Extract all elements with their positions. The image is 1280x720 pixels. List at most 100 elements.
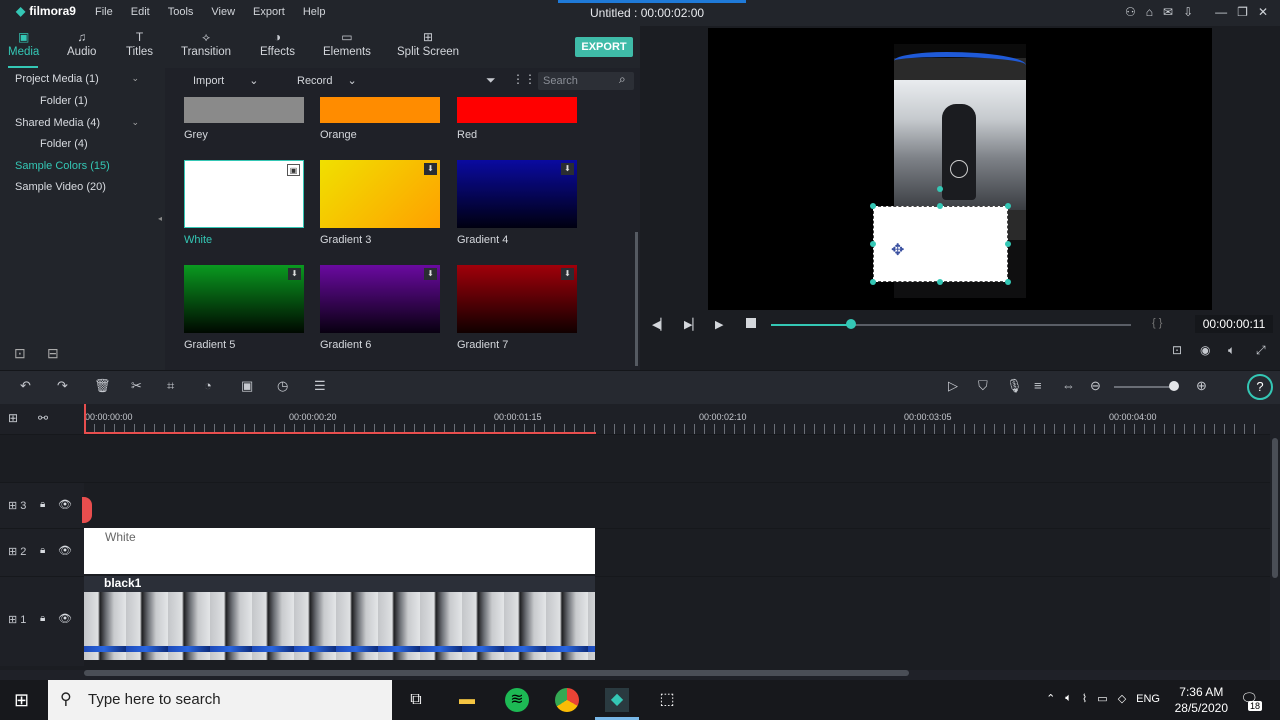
move-handle-icon[interactable]: ✥ bbox=[891, 240, 904, 260]
speed-icon[interactable]: ◔ bbox=[204, 378, 212, 393]
resize-handle[interactable] bbox=[1005, 203, 1011, 209]
play-icon[interactable]: ▶▏ bbox=[684, 318, 701, 331]
download-icon[interactable]: ⬇ bbox=[424, 163, 437, 175]
zoom-out-icon[interactable]: ⊖ bbox=[1090, 378, 1101, 394]
media-item-red[interactable]: Red bbox=[457, 97, 577, 141]
search-icon[interactable]: ⌕ bbox=[619, 72, 626, 87]
resize-handle[interactable] bbox=[870, 241, 876, 247]
spotify-icon[interactable]: ≋ bbox=[505, 688, 529, 712]
crop-icon[interactable]: ⌗ bbox=[167, 378, 174, 394]
media-item-gradient-7[interactable]: ⬇ Gradient 7 bbox=[457, 265, 577, 351]
marker-icon[interactable]: ⛉ bbox=[978, 378, 988, 394]
download-icon[interactable]: ⬇ bbox=[424, 268, 437, 280]
file-explorer-icon[interactable]: ▬ bbox=[455, 688, 479, 712]
audio-mixer-icon[interactable]: ☰ bbox=[314, 378, 326, 394]
record-dropdown[interactable]: Record ⌄ bbox=[297, 74, 357, 87]
resize-handle[interactable] bbox=[870, 279, 876, 285]
media-item-white[interactable]: ▣ White bbox=[184, 160, 304, 246]
playhead[interactable] bbox=[84, 404, 86, 434]
menu-export[interactable]: Export bbox=[253, 6, 285, 18]
tab-audio[interactable]: ♫ Audio bbox=[67, 30, 96, 58]
redo-icon[interactable]: ↷ bbox=[57, 378, 68, 394]
dropbox-icon[interactable]: ◇ bbox=[1118, 692, 1126, 705]
network-icon[interactable]: ⌇ bbox=[1082, 692, 1087, 705]
menu-tools[interactable]: Tools bbox=[168, 6, 194, 18]
playhead-handle[interactable] bbox=[82, 497, 92, 523]
timeline-clip-white[interactable]: White bbox=[84, 528, 595, 574]
new-folder-icon[interactable]: ⊡ bbox=[14, 345, 26, 362]
previous-frame-icon[interactable]: ◀▏ bbox=[652, 318, 669, 331]
fullscreen-icon[interactable]: ⤢ bbox=[1256, 343, 1266, 358]
render-icon[interactable]: ▷ bbox=[948, 378, 958, 394]
stop-icon[interactable] bbox=[746, 318, 756, 328]
account-icon[interactable]: ⚇ bbox=[1125, 5, 1136, 19]
fit-timeline-icon[interactable]: ⇔ bbox=[1062, 378, 1075, 393]
sidebar-item-sample-colors[interactable]: Sample Colors (15) bbox=[15, 160, 110, 172]
snapshot-icon[interactable]: ◉ bbox=[1200, 343, 1210, 357]
volume-icon[interactable]: 🔈︎ bbox=[1228, 343, 1235, 358]
download-icon[interactable]: ⬇ bbox=[561, 163, 574, 175]
tab-transition[interactable]: ⟡ Transition bbox=[181, 30, 231, 58]
tab-media[interactable]: ▣ Media bbox=[8, 30, 39, 58]
sidebar-item-folder-4[interactable]: Folder (4) bbox=[40, 138, 88, 150]
media-item-gradient-5[interactable]: ⬇ Gradient 5 bbox=[184, 265, 304, 351]
chevron-down-icon[interactable]: ⌄ bbox=[131, 73, 139, 84]
tab-split-screen[interactable]: ⊞ Split Screen bbox=[397, 30, 459, 58]
windows-start-icon[interactable]: ⊞ bbox=[14, 690, 29, 711]
lock-icon[interactable]: 🔒︎ bbox=[40, 613, 45, 624]
audio-mixer-2-icon[interactable]: ≡ bbox=[1034, 378, 1042, 393]
scroll-thumb[interactable] bbox=[1272, 438, 1278, 578]
resize-handle[interactable] bbox=[1005, 241, 1011, 247]
chrome-icon[interactable] bbox=[555, 688, 579, 712]
chevron-down-icon[interactable]: ⌄ bbox=[131, 117, 139, 128]
playback-scrubber[interactable] bbox=[846, 319, 856, 329]
lock-icon[interactable]: 🔒︎ bbox=[40, 499, 45, 510]
delete-folder-icon[interactable]: ⊟ bbox=[47, 345, 59, 362]
timeline-horizontal-scrollbar[interactable] bbox=[84, 670, 909, 676]
timeline-vertical-scrollbar[interactable] bbox=[1270, 434, 1280, 670]
cart-icon[interactable]: ⌂ bbox=[1146, 5, 1153, 19]
help-icon[interactable]: ? bbox=[1247, 374, 1273, 400]
task-view-icon[interactable]: ⧉ bbox=[404, 688, 428, 712]
media-item-orange[interactable]: Orange bbox=[320, 97, 440, 141]
taskbar-search-input[interactable]: ⚲ Type here to search bbox=[48, 680, 392, 720]
link-icon[interactable]: ⚯ bbox=[38, 411, 48, 425]
cut-icon[interactable]: ✂ bbox=[131, 378, 142, 394]
tab-elements[interactable]: ▭ Elements bbox=[323, 30, 371, 58]
resize-handle[interactable] bbox=[937, 279, 943, 285]
snipping-tool-icon[interactable]: ⬚ bbox=[655, 688, 679, 712]
add-track-icon[interactable]: ⊞ bbox=[8, 411, 18, 425]
filmora-taskbar-icon[interactable]: ◆ bbox=[605, 688, 629, 712]
sidebar-item-project-media[interactable]: Project Media (1) ⌄ bbox=[15, 73, 155, 85]
mark-in-out-icon[interactable]: { } bbox=[1152, 317, 1162, 329]
menu-file[interactable]: File bbox=[95, 6, 113, 18]
zoom-slider-knob[interactable] bbox=[1169, 381, 1179, 391]
sidebar-item-shared-media[interactable]: Shared Media (4) ⌄ bbox=[15, 117, 155, 129]
tab-effects[interactable]: ◑ Effects bbox=[260, 30, 295, 58]
media-item-gradient-6[interactable]: ⬇ Gradient 6 bbox=[320, 265, 440, 351]
sidebar-item-folder-1[interactable]: Folder (1) bbox=[40, 95, 88, 107]
sidebar-item-sample-video[interactable]: Sample Video (20) bbox=[15, 181, 106, 193]
chevron-up-icon[interactable]: ⌃ bbox=[1046, 692, 1055, 705]
resize-handle[interactable] bbox=[1005, 279, 1011, 285]
undo-icon[interactable]: ↶ bbox=[20, 378, 31, 394]
menu-edit[interactable]: Edit bbox=[131, 6, 150, 18]
download-icon[interactable]: ⬇ bbox=[288, 268, 301, 280]
media-item-gradient-4[interactable]: ⬇ Gradient 4 bbox=[457, 160, 577, 246]
grid-view-icon[interactable]: ⋮⋮ bbox=[512, 72, 536, 86]
close-icon[interactable]: ✕ bbox=[1258, 5, 1268, 19]
language-indicator[interactable]: ENG bbox=[1136, 693, 1160, 705]
mail-icon[interactable]: ✉ bbox=[1163, 5, 1173, 19]
play-button-icon[interactable]: ▶ bbox=[715, 318, 723, 331]
zoom-slider[interactable] bbox=[1114, 386, 1176, 388]
export-button[interactable]: EXPORT bbox=[575, 37, 633, 57]
eye-icon[interactable]: 👁︎ bbox=[58, 544, 72, 557]
media-scrollbar[interactable] bbox=[635, 232, 638, 366]
download-icon[interactable]: ⬇ bbox=[561, 268, 574, 280]
filter-icon[interactable]: ⏷ bbox=[486, 73, 496, 88]
duration-icon[interactable]: ◷ bbox=[277, 378, 288, 394]
import-dropdown[interactable]: Import ⌄ bbox=[193, 74, 258, 87]
battery-icon[interactable]: ▭ bbox=[1097, 692, 1107, 705]
render-preview-icon[interactable]: ⊡ bbox=[1172, 343, 1182, 357]
minimize-icon[interactable]: — bbox=[1215, 5, 1227, 19]
